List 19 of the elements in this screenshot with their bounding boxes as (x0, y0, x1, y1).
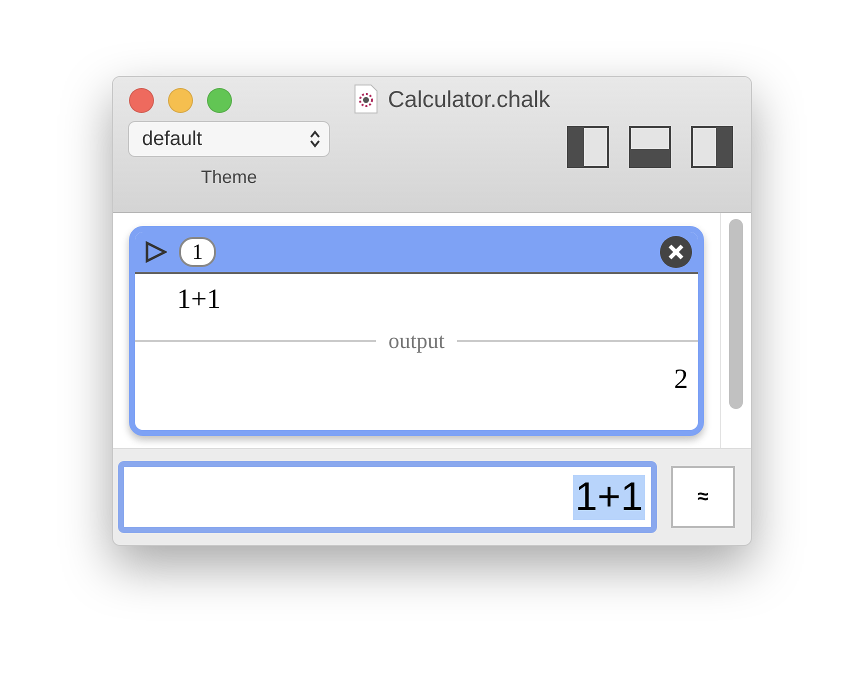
close-button[interactable] (129, 88, 154, 113)
document-icon (354, 84, 378, 114)
stepper-icon (309, 129, 321, 149)
scrollbar-thumb[interactable] (729, 219, 743, 410)
window-title: Calculator.chalk (388, 86, 550, 112)
bottom-panel-icon[interactable] (629, 126, 671, 168)
approximate-button[interactable]: ≈ (671, 466, 735, 528)
close-icon[interactable] (660, 236, 692, 268)
input-text: 1+1 (573, 474, 645, 520)
play-icon[interactable] (145, 241, 167, 264)
theme-select[interactable]: default (128, 121, 330, 157)
input-expression: 1+1 (177, 284, 221, 316)
left-panel-icon[interactable] (567, 126, 609, 168)
output-value: 2 (674, 364, 688, 396)
theme-label: Theme (200, 167, 258, 188)
output-label: output (388, 328, 445, 354)
cell-index: 1 (179, 237, 216, 268)
right-panel-icon[interactable] (691, 126, 733, 168)
expression-input-field[interactable]: 1+1 (118, 461, 657, 534)
